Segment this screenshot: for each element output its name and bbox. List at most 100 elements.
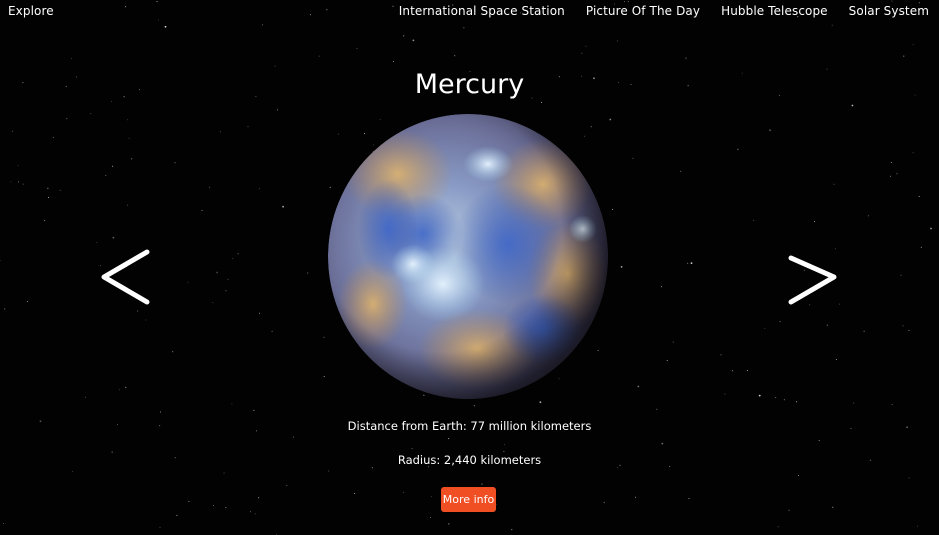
star (661, 286, 662, 288)
planet-distance-text: Distance from Earth: 77 million kilomete… (347, 419, 592, 433)
carousel-next-button[interactable] (782, 246, 842, 312)
star (253, 409, 255, 411)
nav-link-picture-of-the-day[interactable]: Picture Of The Day (586, 4, 700, 18)
star (769, 129, 771, 132)
star (393, 61, 394, 62)
star (44, 220, 46, 222)
star (672, 341, 674, 343)
star (131, 158, 133, 160)
star (902, 325, 904, 327)
star (612, 208, 613, 210)
star (47, 187, 49, 189)
star (930, 227, 932, 230)
star (896, 173, 898, 175)
star (112, 165, 114, 167)
star (779, 320, 781, 322)
star (603, 501, 605, 503)
star (581, 52, 583, 54)
more-info-button[interactable]: More info (441, 487, 496, 512)
star (188, 500, 190, 502)
star (125, 386, 127, 388)
star (219, 131, 221, 133)
star (656, 408, 658, 410)
star (826, 324, 828, 326)
star (277, 109, 278, 111)
star (920, 246, 922, 248)
star (225, 290, 227, 292)
star (127, 204, 129, 206)
star (783, 399, 785, 401)
star (851, 104, 854, 107)
star (616, 40, 618, 42)
star (164, 25, 167, 28)
star (814, 221, 815, 223)
star (632, 157, 634, 159)
star (908, 477, 910, 479)
star (71, 58, 73, 60)
star (753, 220, 755, 221)
star (225, 507, 227, 509)
star (777, 526, 779, 528)
star (259, 312, 260, 314)
star (258, 188, 260, 190)
star (912, 43, 914, 45)
star (609, 118, 612, 121)
star (403, 35, 405, 37)
star (798, 475, 799, 477)
star (223, 472, 225, 474)
star (249, 511, 251, 513)
planet-image (328, 114, 608, 399)
brand-link-explore[interactable]: Explore (8, 4, 54, 18)
star (254, 513, 256, 515)
solar-system-page: Explore International Space Station Pict… (0, 0, 939, 535)
star (10, 181, 12, 183)
star (832, 506, 834, 508)
star (216, 271, 219, 274)
star (292, 436, 294, 438)
star (539, 401, 542, 404)
star (96, 242, 98, 244)
star (85, 396, 86, 398)
star (775, 397, 777, 399)
planet-title: Mercury (414, 69, 525, 101)
star (788, 509, 790, 511)
star (917, 525, 918, 527)
star (328, 470, 330, 472)
star (690, 262, 693, 265)
nav-link-solar-system[interactable]: Solar System (849, 4, 929, 18)
star (620, 266, 623, 268)
star (128, 137, 130, 139)
star (511, 529, 513, 531)
star (145, 319, 147, 321)
star (159, 526, 161, 528)
star (237, 253, 239, 255)
star (637, 385, 640, 388)
star (908, 329, 910, 331)
star (27, 301, 29, 303)
star (282, 205, 284, 208)
star (447, 523, 450, 525)
star (891, 404, 893, 405)
star (818, 440, 820, 442)
star (867, 215, 869, 217)
star (448, 438, 450, 440)
star (286, 485, 288, 487)
star (227, 278, 229, 280)
star (758, 394, 761, 397)
nav-link-iss[interactable]: International Space Station (399, 4, 565, 18)
star (52, 136, 54, 138)
star (160, 411, 161, 413)
star (17, 165, 19, 167)
nav-link-hubble-telescope[interactable]: Hubble Telescope (721, 4, 828, 18)
star (232, 257, 234, 259)
star (833, 183, 835, 185)
star (4, 308, 6, 310)
star (0, 260, 1, 262)
star (22, 183, 24, 185)
star (918, 196, 920, 197)
star (724, 393, 726, 395)
star (72, 470, 73, 472)
star (262, 24, 264, 26)
star (680, 170, 682, 172)
carousel-prev-button[interactable] (95, 246, 155, 312)
